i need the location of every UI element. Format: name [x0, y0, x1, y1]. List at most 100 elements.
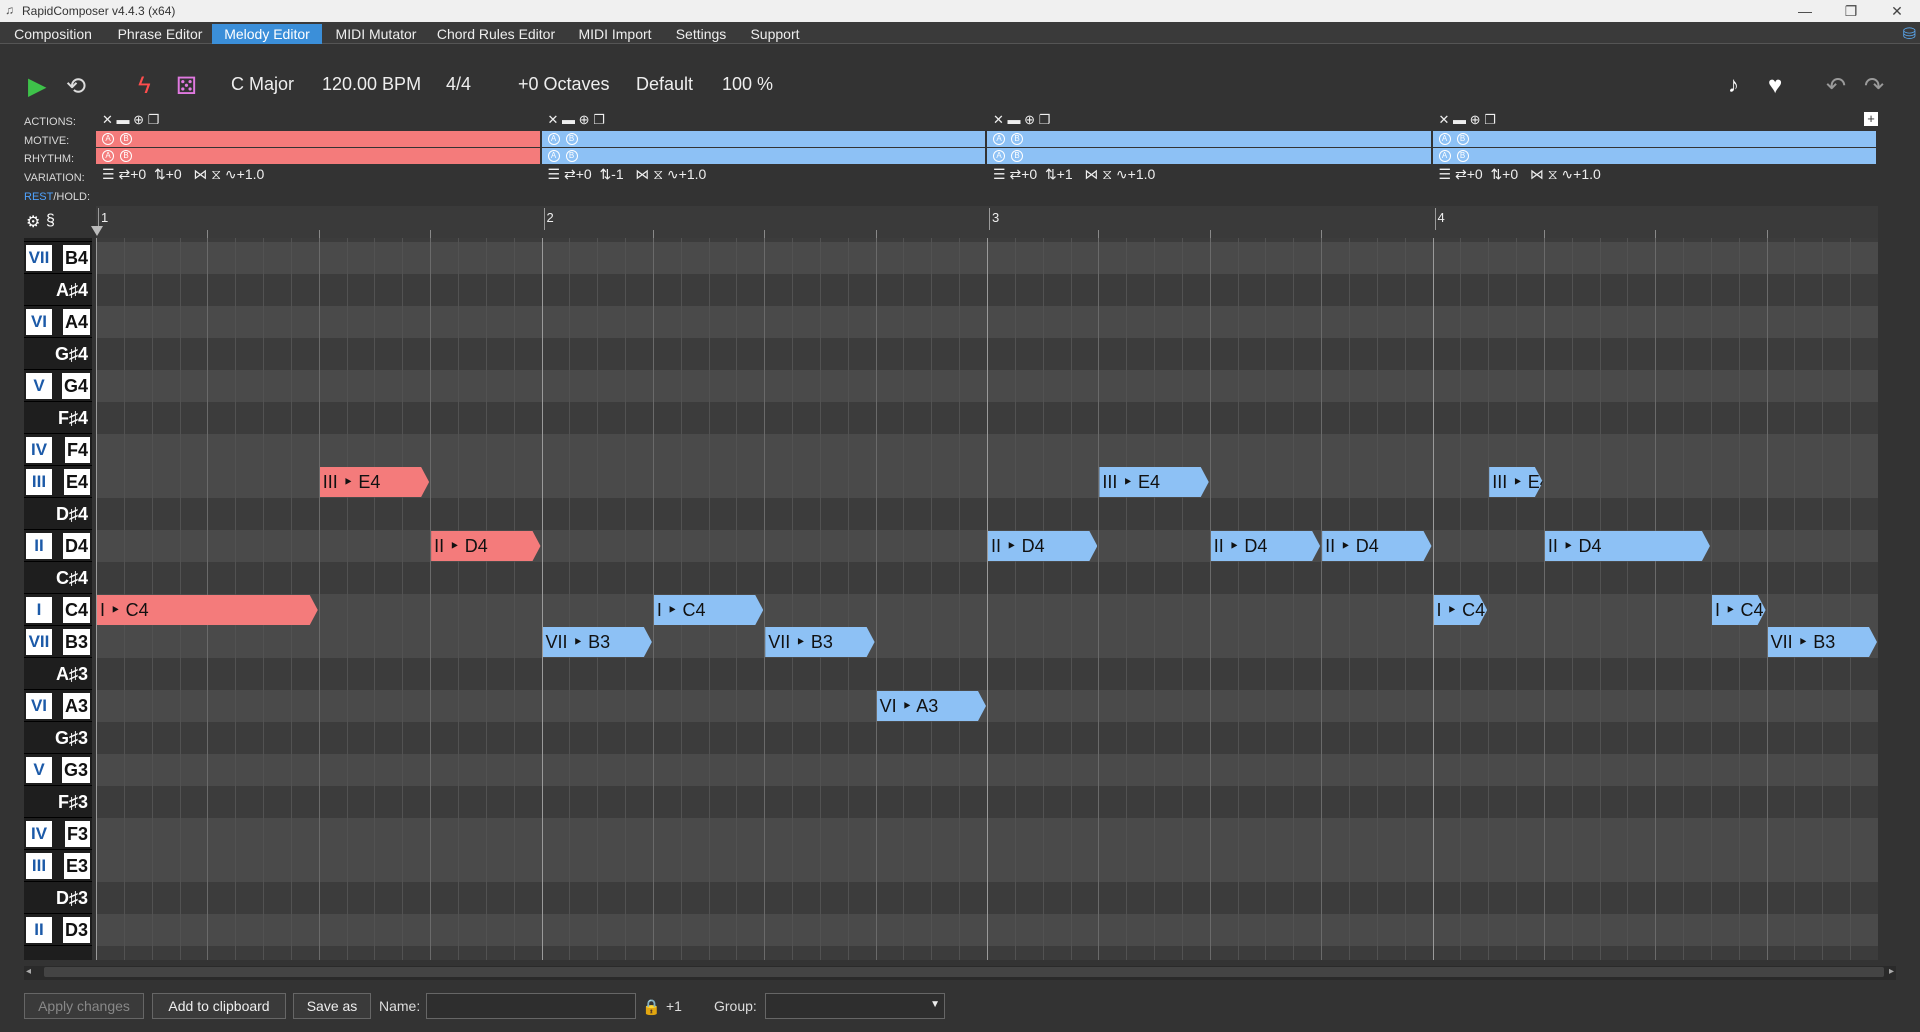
melody-note[interactable]: II ‣ D4: [1545, 531, 1710, 561]
group-select[interactable]: ▼: [765, 993, 945, 1019]
add-icon[interactable]: ⊕: [133, 112, 144, 127]
invert-icon[interactable]: ⋈: [193, 166, 207, 182]
motive-b-icon[interactable]: B: [1011, 133, 1023, 145]
rhythm-a-icon[interactable]: A: [1438, 150, 1451, 162]
menu-phrase-editor[interactable]: Phrase Editor: [108, 24, 212, 44]
melody-note[interactable]: II ‣ D4: [431, 531, 540, 561]
list-icon[interactable]: ☰: [993, 166, 1006, 182]
rhythm-a-icon[interactable]: A: [993, 150, 1005, 162]
heart-icon[interactable]: ♥: [1768, 72, 1782, 100]
pitch-label[interactable]: F♯3: [24, 786, 92, 818]
melody-note[interactable]: II ‣ D4: [1211, 531, 1320, 561]
undo-icon[interactable]: ↶: [1826, 72, 1846, 101]
rhythm-bar[interactable]: AB: [541, 148, 985, 164]
melody-note[interactable]: VII ‣ B3: [1768, 627, 1877, 657]
maximize-button[interactable]: ❐: [1828, 0, 1874, 22]
remove-icon[interactable]: ✕: [102, 112, 113, 127]
remove-icon[interactable]: ✕: [1439, 112, 1450, 127]
play-icon[interactable]: ▶: [28, 72, 46, 101]
transpose-value[interactable]: +1: [1057, 166, 1073, 182]
dice-icon[interactable]: ⚄: [176, 72, 197, 101]
database-icon[interactable]: ⛁: [1903, 24, 1916, 44]
notation-icon[interactable]: §: [46, 212, 55, 230]
list-icon[interactable]: ☰: [1439, 166, 1452, 182]
pitch-label[interactable]: VII B4: [24, 242, 92, 274]
scroll-right-icon[interactable]: ▸: [1889, 966, 1894, 977]
melody-note[interactable]: II ‣ D4: [1322, 531, 1431, 561]
pitch-label[interactable]: G♯4: [24, 338, 92, 370]
remove-icon[interactable]: ✕: [993, 112, 1004, 127]
close-button[interactable]: ✕: [1874, 0, 1920, 22]
pitch-label[interactable]: I C4: [24, 594, 92, 626]
scale-icon[interactable]: ∿: [1116, 166, 1128, 182]
pitch-label[interactable]: V G3: [24, 754, 92, 786]
rhythm-bar[interactable]: AB: [1432, 148, 1876, 164]
scale-icon[interactable]: ∿: [1561, 166, 1573, 182]
retrograde-icon[interactable]: ⧖: [1548, 166, 1558, 182]
shift-icon[interactable]: ⇄: [1455, 166, 1467, 182]
transpose-value[interactable]: +0: [166, 166, 182, 182]
plus-one-toggle[interactable]: +1: [666, 998, 682, 1014]
add-icon[interactable]: ⊕: [579, 112, 590, 127]
menu-chord-rules-editor[interactable]: Chord Rules Editor: [432, 24, 560, 44]
menu-icon[interactable]: ▬: [117, 112, 130, 127]
melody-note[interactable]: I ‣ C4: [97, 595, 318, 625]
melody-note[interactable]: III ‣ E4: [1489, 467, 1543, 497]
retrograde-icon[interactable]: ⧖: [653, 166, 663, 182]
key-selector[interactable]: C Major: [231, 74, 294, 95]
rhythm-a-icon[interactable]: A: [547, 150, 560, 162]
motive-a-icon[interactable]: A: [1438, 133, 1451, 145]
pitch-label[interactable]: A♯4: [24, 274, 92, 306]
rhythm-a-icon[interactable]: A: [102, 150, 114, 162]
pitch-label[interactable]: D♯3: [24, 882, 92, 914]
lightning-icon[interactable]: ϟ: [138, 72, 151, 100]
add-to-clipboard-button[interactable]: Add to clipboard: [152, 993, 286, 1019]
motive-a-icon[interactable]: A: [547, 133, 560, 145]
melody-note[interactable]: I ‣ C4: [1434, 595, 1488, 625]
rhythm-bar[interactable]: AB: [96, 148, 540, 164]
add-icon[interactable]: ⊕: [1024, 112, 1035, 127]
note-grid[interactable]: VII B4 A♯4 VI A4 G♯4 V G4 F♯4 IV F4 III E4 D♯4 II D4 C♯4…: [24, 238, 1878, 960]
transpose-icon[interactable]: ⇅: [599, 166, 611, 182]
pitch-label[interactable]: A♯3: [24, 658, 92, 690]
invert-icon[interactable]: ⋈: [1530, 166, 1544, 182]
melody-note[interactable]: III ‣ E4: [1099, 467, 1208, 497]
remove-icon[interactable]: ✕: [548, 112, 559, 127]
save-as-button[interactable]: Save as: [293, 993, 371, 1019]
scale-value[interactable]: +1.0: [1128, 166, 1156, 182]
melody-note[interactable]: VII ‣ B3: [765, 627, 874, 657]
retrograde-icon[interactable]: ⧖: [211, 166, 221, 182]
horizontal-scrollbar[interactable]: ◂ ▸: [24, 966, 1896, 980]
menu-icon[interactable]: ▬: [1008, 112, 1021, 127]
transpose-value[interactable]: +0: [1502, 166, 1518, 182]
menu-icon[interactable]: ▬: [1453, 112, 1466, 127]
melody-note[interactable]: III ‣ E4: [320, 467, 429, 497]
shift-value[interactable]: +0: [1021, 166, 1037, 182]
scale-value[interactable]: +1.0: [237, 166, 265, 182]
menu-melody-editor[interactable]: Melody Editor: [212, 24, 322, 44]
melody-note[interactable]: VI ‣ A3: [877, 691, 986, 721]
pitch-label[interactable]: VI A4: [24, 306, 92, 338]
name-input[interactable]: [426, 993, 636, 1019]
invert-icon[interactable]: ⋈: [1084, 166, 1098, 182]
pitch-label[interactable]: III E4: [24, 466, 92, 498]
menu-support[interactable]: Support: [744, 24, 806, 44]
pitch-label[interactable]: IV F3: [24, 818, 92, 850]
motive-bar[interactable]: AB: [96, 131, 540, 147]
pitch-label[interactable]: C♯4: [24, 562, 92, 594]
transpose-value[interactable]: -1: [611, 166, 623, 182]
pitch-label[interactable]: D♯4: [24, 498, 92, 530]
menu-midi-import[interactable]: MIDI Import: [572, 24, 658, 44]
invert-icon[interactable]: ⋈: [635, 166, 649, 182]
motive-a-icon[interactable]: A: [993, 133, 1005, 145]
melody-note[interactable]: II ‣ D4: [988, 531, 1097, 561]
shift-icon[interactable]: ⇄: [1009, 166, 1021, 182]
shift-icon[interactable]: ⇄: [118, 166, 130, 182]
motive-b-icon[interactable]: B: [120, 133, 132, 145]
pitch-label[interactable]: V G4: [24, 370, 92, 402]
copy-icon[interactable]: ❐: [1484, 112, 1496, 127]
pitch-label[interactable]: G♯3: [24, 722, 92, 754]
octave-selector[interactable]: +0 Octaves: [518, 74, 610, 95]
scroll-left-icon[interactable]: ◂: [26, 966, 31, 977]
pitch-label[interactable]: II D4: [24, 530, 92, 562]
